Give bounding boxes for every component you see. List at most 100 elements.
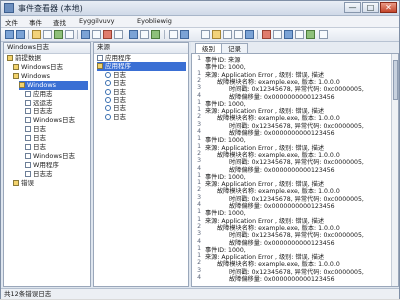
refresh-icon[interactable] (54, 30, 63, 39)
tree-item-label: Windows日志 (33, 116, 76, 125)
tree-item[interactable]: 日志 (105, 113, 186, 122)
properties-icon[interactable] (43, 30, 52, 39)
view-icon[interactable] (129, 30, 138, 39)
back-icon[interactable] (5, 30, 14, 39)
tree-item-label: Windows (21, 71, 51, 80)
log-icon (25, 90, 31, 97)
tree-item[interactable]: 日志 (25, 134, 88, 143)
circle-icon (105, 97, 111, 103)
clear-log-icon[interactable] (103, 30, 112, 39)
menu-extra-1[interactable]: Eyggilvuvy (79, 17, 114, 25)
tree-item[interactable]: 错误 (13, 179, 88, 188)
line-number: 4 (197, 128, 201, 135)
export-icon[interactable] (65, 30, 74, 39)
status-bar: 共12条错误日志 (1, 288, 399, 299)
tree-item-label: 应用志 (33, 89, 53, 98)
menu-bar: 文件 事件 查找 Eyggilvuvy Eyobliewig (1, 16, 399, 28)
line-number: 1 (197, 215, 201, 223)
tree-item-label: 日志 (113, 112, 126, 121)
details-icon[interactable] (180, 30, 189, 39)
line-number: 3 (197, 230, 201, 238)
line-number: 3 (197, 157, 201, 165)
log-icon (25, 108, 31, 115)
forward-icon[interactable] (16, 30, 25, 39)
run-icon[interactable] (306, 30, 315, 39)
settings-icon[interactable] (319, 30, 328, 39)
line-number: 1 (197, 69, 201, 77)
filter-icon[interactable] (81, 30, 90, 39)
tree-item-label: Windows日志 (21, 62, 64, 71)
title-bar[interactable]: 事件查看器 (本地) — □ ✕ (1, 1, 399, 16)
tree-item[interactable]: Windows (19, 80, 88, 90)
find-icon[interactable] (92, 30, 101, 39)
tree-item-label: W用程序 (33, 160, 59, 169)
paste-icon[interactable] (234, 30, 243, 39)
maximize-button[interactable]: □ (362, 2, 379, 13)
line-number: 1 (197, 135, 201, 143)
folder-icon (97, 63, 103, 70)
tree-item[interactable]: Windows日志 (25, 152, 88, 161)
menu-file[interactable]: 文件 (5, 17, 18, 27)
circle-icon (105, 113, 111, 120)
menu-find[interactable]: 查找 (53, 17, 66, 27)
list-icon[interactable] (295, 30, 304, 39)
tree-item[interactable]: Windows日志 (25, 116, 88, 125)
menu-event[interactable]: 事件 (29, 17, 42, 27)
tree-item-label: 日志 (33, 125, 46, 134)
save-icon[interactable] (140, 30, 149, 39)
tree-item-label: Windows (27, 80, 57, 89)
zoom-icon[interactable] (284, 30, 293, 39)
tree-item[interactable]: Windows (13, 72, 88, 81)
tree-item-label: 日志志 (33, 107, 53, 116)
open-icon[interactable] (201, 30, 210, 39)
tree-item[interactable]: Windows日志 (13, 63, 88, 72)
log-detail-pane: 1 事件ID: 来源 事件ID: 1000, 1 来源: Application Err… (191, 53, 399, 287)
log-icon (25, 161, 31, 168)
tree-item[interactable]: 前提数据 (7, 54, 88, 63)
minimize-button[interactable]: — (344, 2, 361, 13)
scrollbar-thumb[interactable] (393, 60, 398, 100)
cut-icon[interactable] (223, 30, 232, 39)
tree-item-label: 应用程序 (105, 62, 131, 71)
tree-item-label: Windows日志 (33, 151, 76, 160)
tree-item-label: 日志志 (33, 169, 53, 178)
delete-icon[interactable] (262, 30, 271, 39)
log-line: 故障偏移量: 0x0000000000123456 (229, 276, 335, 283)
left-tree-header: Windows日志 (4, 43, 90, 54)
line-number: 1 (197, 106, 201, 114)
log-scrollbar[interactable] (391, 54, 398, 286)
print-icon[interactable] (273, 30, 282, 39)
tree-item[interactable]: 日志 (25, 143, 88, 152)
tree-item[interactable]: 日志 (25, 125, 88, 134)
folder-icon (19, 81, 25, 88)
tree-item[interactable]: 日志志 (25, 170, 88, 179)
log-icon (25, 170, 31, 177)
folder-icon[interactable] (32, 30, 41, 39)
sort-icon[interactable] (245, 30, 254, 39)
log-icon (25, 99, 31, 106)
event-viewer-window: 事件查看器 (本地) — □ ✕ 文件 事件 查找 Eyggilvuvy Eyo… (0, 0, 400, 299)
folder-icon (13, 179, 19, 186)
tree-item-label: 前提数据 (15, 54, 41, 62)
attach-task-icon[interactable] (151, 30, 160, 39)
tree-item-label: 应用程序 (105, 54, 131, 62)
circle-icon (105, 71, 111, 78)
line-number: 3 (197, 120, 201, 128)
close-button[interactable]: ✕ (380, 2, 397, 13)
tree-item[interactable]: W用程序 (25, 161, 88, 170)
tree-item-label: 日志 (113, 79, 126, 88)
line-number: 4 (197, 274, 201, 281)
line-number: 3 (197, 266, 201, 274)
copy-icon[interactable] (169, 30, 178, 39)
menu-extra-2[interactable]: Eyobliewig (137, 17, 172, 25)
window-title: 事件查看器 (本地) (18, 4, 83, 13)
tree-item-label: 远运志 (33, 98, 53, 107)
tree-item-label: 日志 (33, 134, 46, 143)
toolbar-separator (28, 30, 29, 39)
line-number: 1 (197, 98, 201, 106)
help-icon[interactable] (114, 30, 123, 39)
new-folder-icon[interactable] (212, 30, 221, 39)
line-number: 1 (197, 252, 201, 260)
tree-item[interactable]: 应用志 (25, 90, 88, 99)
toolbar-separator (77, 30, 78, 39)
